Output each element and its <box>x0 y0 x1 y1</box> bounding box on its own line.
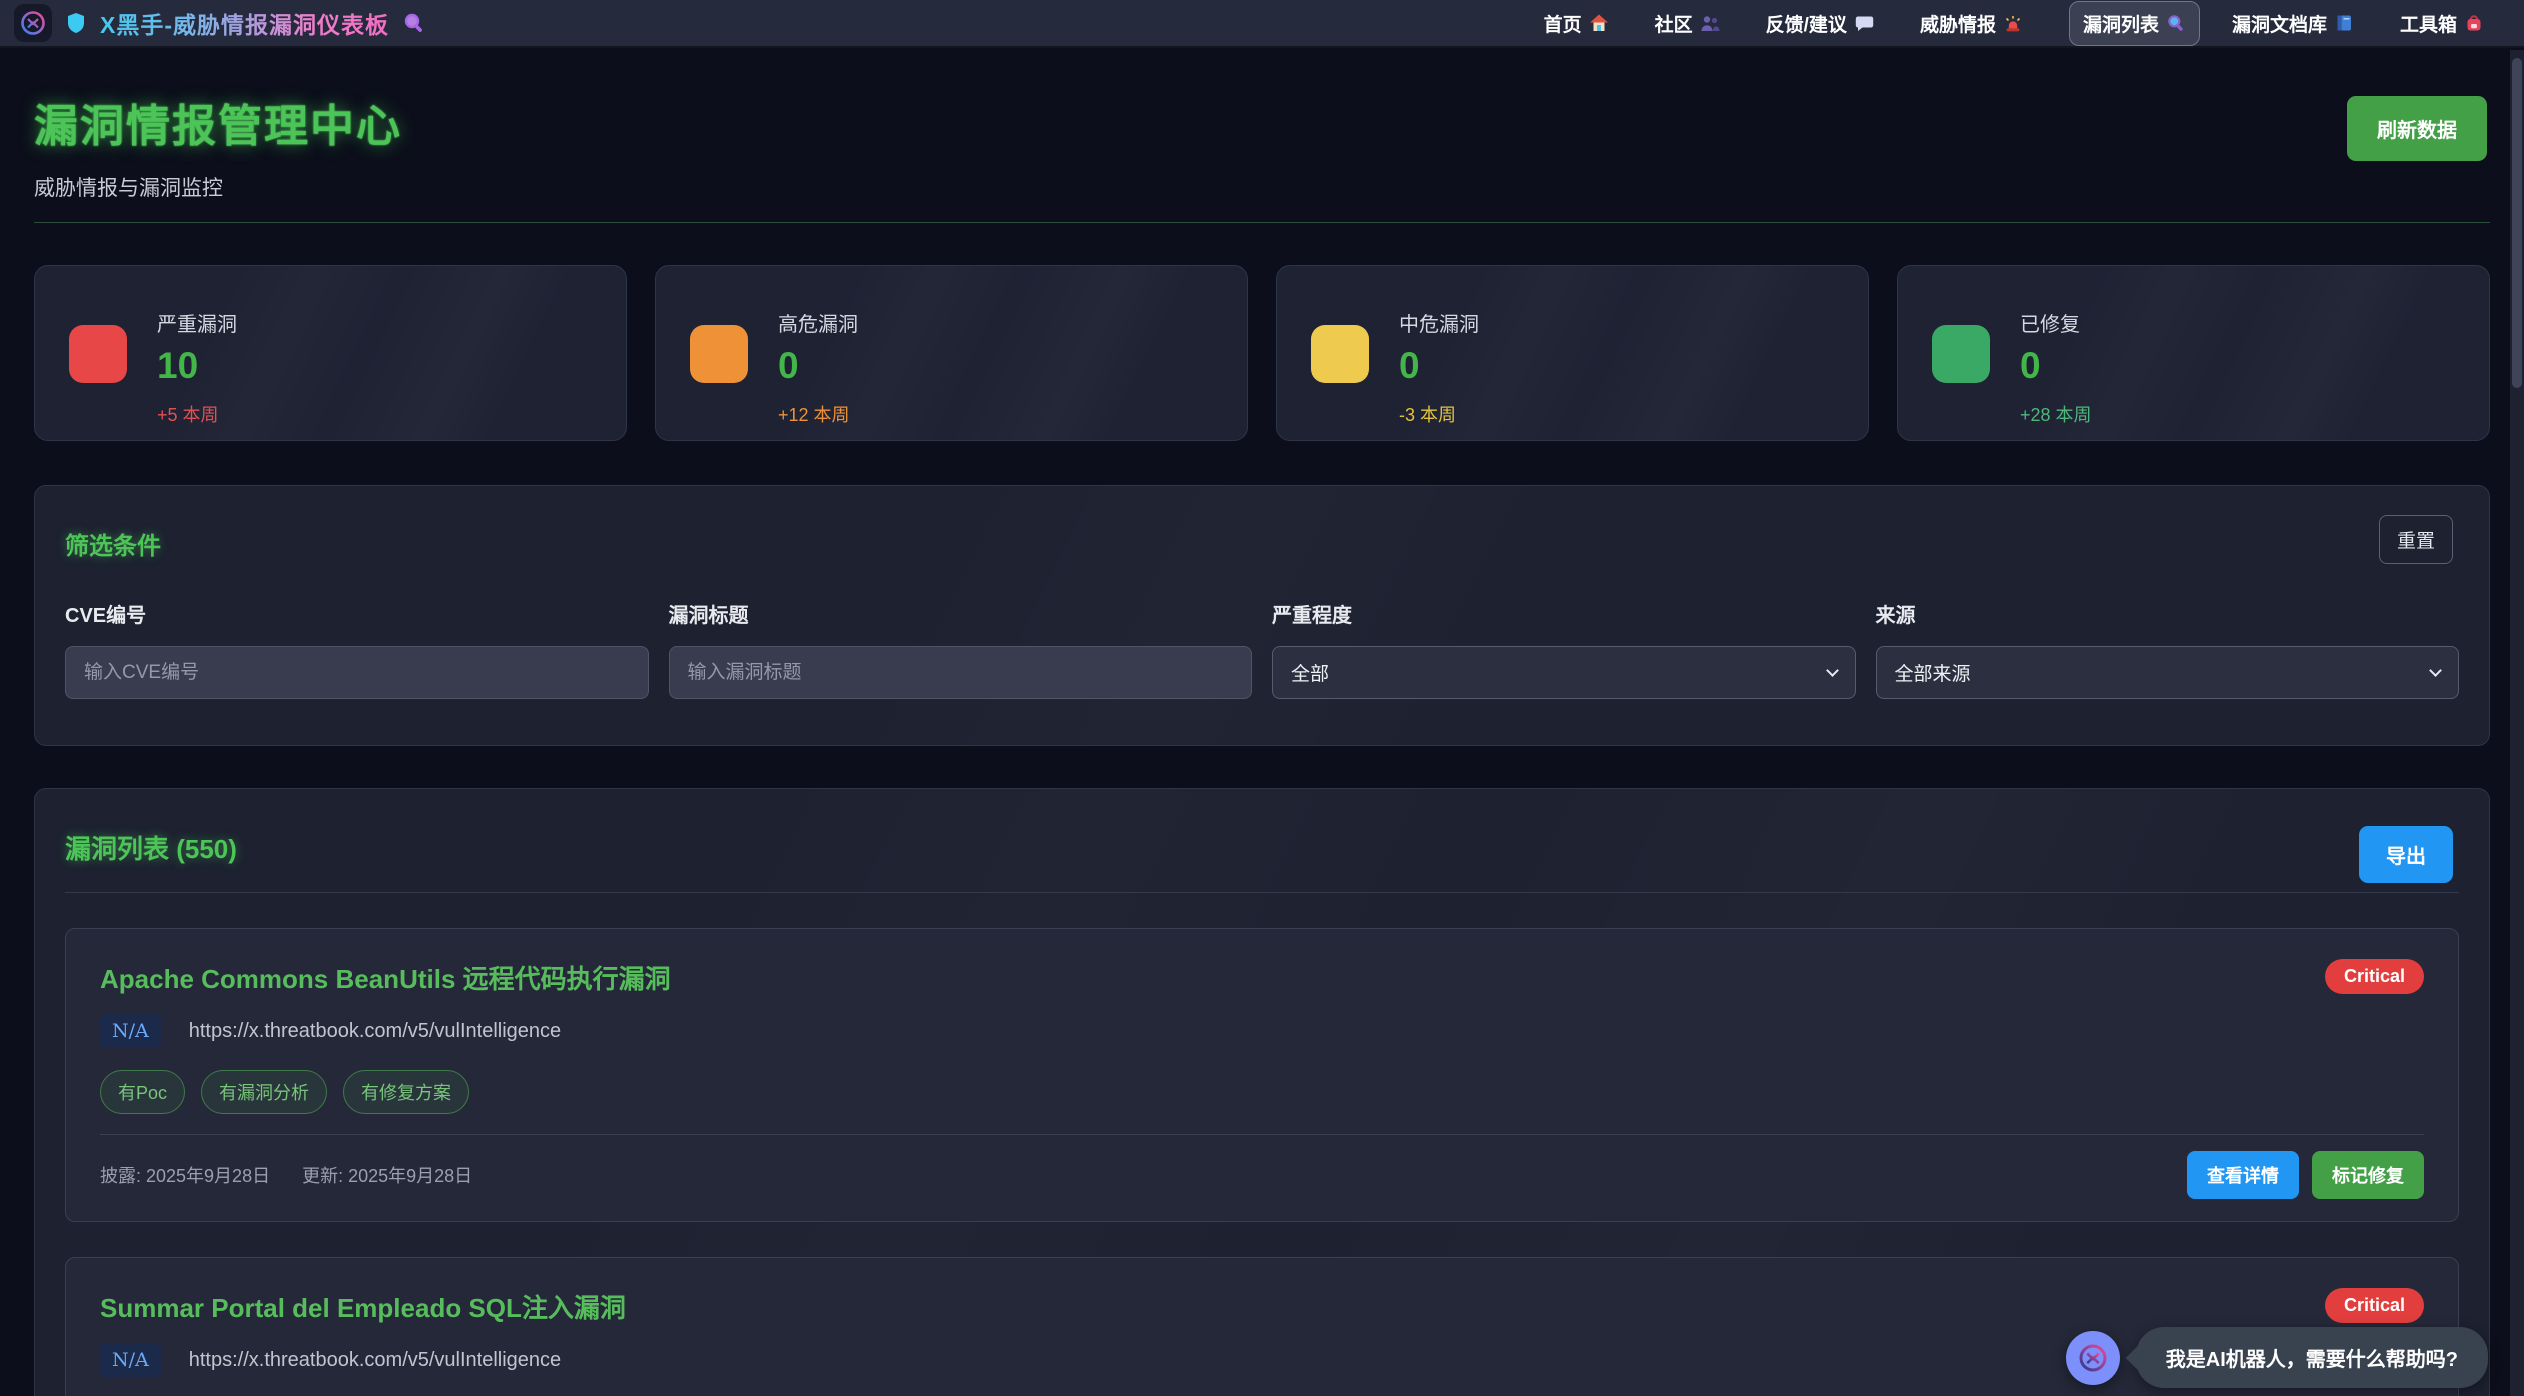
nav-item-label: 工具箱 <box>2400 10 2457 37</box>
siren-icon <box>2003 13 2023 33</box>
chatbot-message[interactable]: 我是AI机器人，需要什么帮助吗? <box>2136 1327 2488 1388</box>
vuln-source-url[interactable]: https://x.threatbook.com/v5/vulIntellige… <box>189 1020 561 1043</box>
stats-row: 严重漏洞 10 +5 本周 高危漏洞 0 +12 本周 中危漏洞 0 -3 本周 <box>34 265 2490 441</box>
field-label: 漏洞标题 <box>669 599 1253 628</box>
app-logo-icon <box>14 4 52 42</box>
brand[interactable]: X黑手-威胁情报漏洞仪表板 <box>14 4 425 42</box>
vuln-source-url[interactable]: https://x.threatbook.com/v5/vulIntellige… <box>189 1349 561 1372</box>
cve-filter-field: CVE编号 <box>65 599 649 699</box>
stat-label: 高危漏洞 <box>778 308 858 337</box>
app-title: X黑手-威胁情报漏洞仪表板 <box>100 6 389 40</box>
top-navbar: X黑手-威胁情报漏洞仪表板 首页 社区 <box>0 0 2524 48</box>
nav-item-community[interactable]: 社区 <box>1655 10 1720 37</box>
reset-button[interactable]: 重置 <box>2379 515 2453 564</box>
mark-fixed-button[interactable]: 标记修复 <box>2312 1151 2424 1199</box>
brand-magnifier-icon <box>403 12 425 34</box>
selected-value: 全部 <box>1291 659 1329 686</box>
cve-input[interactable] <box>65 646 649 699</box>
high-stat-icon <box>690 325 748 383</box>
vuln-title[interactable]: Apache Commons BeanUtils 远程代码执行漏洞 <box>100 959 2424 996</box>
scrollbar[interactable] <box>2510 50 2524 1396</box>
severity-select[interactable]: 全部 <box>1272 646 1856 699</box>
filter-panel: 筛选条件 重置 CVE编号 漏洞标题 严重程度 全部 来源 全部来源 <box>34 485 2490 746</box>
tag-analysis: 有漏洞分析 <box>201 1070 327 1114</box>
refresh-data-button[interactable]: 刷新数据 <box>2347 96 2487 161</box>
vuln-title[interactable]: Summar Portal del Empleado SQL注入漏洞 <box>100 1288 2424 1325</box>
nav-items: 首页 社区 反馈/建议 <box>1544 10 2484 37</box>
selected-value: 全部来源 <box>1895 659 1971 686</box>
nav-item-label: 威胁情报 <box>1920 10 1996 37</box>
updated-date: 更新: 2025年9月28日 <box>302 1162 472 1188</box>
scrollbar-thumb[interactable] <box>2512 58 2522 388</box>
source-select[interactable]: 全部来源 <box>1876 646 2460 699</box>
stat-value: 0 <box>1399 345 1479 387</box>
nav-item-label: 反馈/建议 <box>1766 10 1847 37</box>
nav-item-label: 漏洞列表 <box>2083 10 2159 37</box>
medium-stat-icon <box>1311 325 1369 383</box>
stat-card-fixed: 已修复 0 +28 本周 <box>1897 265 2490 441</box>
stat-label: 中危漏洞 <box>1399 308 1479 337</box>
stat-card-medium: 中危漏洞 0 -3 本周 <box>1276 265 1869 441</box>
field-label: 来源 <box>1876 599 2460 628</box>
nav-item-feedback[interactable]: 反馈/建议 <box>1766 10 1874 37</box>
stat-value: 0 <box>2020 345 2092 387</box>
tag-poc: 有Poc <box>100 1070 185 1114</box>
community-icon <box>1700 13 1720 33</box>
field-label: 严重程度 <box>1272 599 1856 628</box>
title-filter-field: 漏洞标题 <box>669 599 1253 699</box>
chatbot-avatar[interactable] <box>2066 1331 2120 1385</box>
source-filter-field: 来源 全部来源 <box>1876 599 2460 699</box>
item-divider <box>100 1134 2424 1135</box>
cve-badge: N/A <box>100 1343 161 1377</box>
stat-card-critical: 严重漏洞 10 +5 本周 <box>34 265 627 441</box>
chevron-down-icon <box>2429 664 2442 677</box>
severity-filter-field: 严重程度 全部 <box>1272 599 1856 699</box>
page-subtitle: 威胁情报与漏洞监控 <box>34 172 2490 202</box>
tag-fix-plan: 有修复方案 <box>343 1070 469 1114</box>
nav-item-threat-intel[interactable]: 威胁情报 <box>1920 10 2023 37</box>
export-button[interactable]: 导出 <box>2359 826 2453 883</box>
view-detail-button[interactable]: 查看详情 <box>2187 1151 2299 1199</box>
feedback-icon <box>1854 13 1874 33</box>
field-label: CVE编号 <box>65 599 649 628</box>
header-divider <box>34 222 2490 223</box>
stat-change: -3 本周 <box>1399 401 1479 427</box>
stat-value: 10 <box>157 345 237 387</box>
nav-item-label: 首页 <box>1544 10 1582 37</box>
nav-item-label: 漏洞文档库 <box>2232 10 2327 37</box>
stat-label: 严重漏洞 <box>157 308 237 337</box>
filter-title: 筛选条件 <box>65 526 2459 561</box>
nav-item-toolbox[interactable]: 工具箱 <box>2400 10 2484 37</box>
fixed-stat-icon <box>1932 325 1990 383</box>
stat-change: +5 本周 <box>157 401 237 427</box>
nav-item-label: 社区 <box>1655 10 1693 37</box>
page-title: 漏洞情报管理中心 <box>34 90 2490 154</box>
list-divider <box>65 892 2459 893</box>
stat-change: +28 本周 <box>2020 401 2092 427</box>
page-header: 漏洞情报管理中心 威胁情报与漏洞监控 刷新数据 <box>34 48 2490 223</box>
nav-item-doc-library[interactable]: 漏洞文档库 <box>2232 10 2354 37</box>
chevron-down-icon <box>1826 664 1839 677</box>
vuln-item: Apache Commons BeanUtils 远程代码执行漏洞 N/A ht… <box>65 928 2459 1222</box>
home-icon <box>1589 13 1609 33</box>
nav-item-home[interactable]: 首页 <box>1544 10 1609 37</box>
severity-badge: Critical <box>2325 1288 2424 1323</box>
stat-value: 0 <box>778 345 858 387</box>
critical-stat-icon <box>69 325 127 383</box>
disclosed-date: 披露: 2025年9月28日 <box>100 1162 270 1188</box>
vuln-list-panel: 漏洞列表 (550) 导出 Apache Commons BeanUtils 远… <box>34 788 2490 1396</box>
ai-chatbot: 我是AI机器人，需要什么帮助吗? <box>2066 1327 2488 1388</box>
severity-badge: Critical <box>2325 959 2424 994</box>
stat-label: 已修复 <box>2020 308 2092 337</box>
vuln-list-title: 漏洞列表 (550) <box>65 829 2459 866</box>
vuln-title-input[interactable] <box>669 646 1253 699</box>
stat-change: +12 本周 <box>778 401 858 427</box>
cve-badge: N/A <box>100 1014 161 1048</box>
stat-card-high: 高危漏洞 0 +12 本周 <box>655 265 1248 441</box>
toolbox-icon <box>2464 13 2484 33</box>
shield-icon <box>66 11 86 35</box>
nav-item-vuln-list[interactable]: 漏洞列表 <box>2069 1 2200 46</box>
magnifier-icon <box>2166 13 2186 33</box>
book-icon <box>2334 13 2354 33</box>
